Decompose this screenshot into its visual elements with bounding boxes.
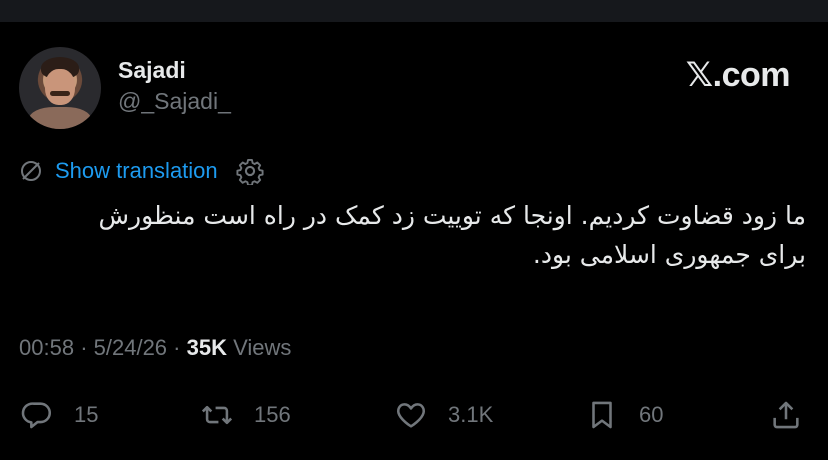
tweet-time[interactable]: 00:58	[19, 335, 74, 360]
like-button[interactable]: 3.1K	[394, 395, 493, 435]
share-button[interactable]	[769, 395, 803, 435]
avatar[interactable]	[19, 47, 101, 129]
author-handle[interactable]: @_Sajadi_	[118, 88, 231, 115]
reply-button[interactable]: 15	[20, 395, 98, 435]
heart-icon	[397, 403, 425, 428]
author-name[interactable]: Sajadi	[118, 57, 186, 84]
bookmark-count: 60	[639, 402, 664, 427]
repost-count: 156	[254, 402, 291, 427]
repost-button[interactable]: 156	[200, 395, 291, 435]
x-logo: 𝕏.com	[685, 56, 791, 94]
translation-row: Show translation	[19, 156, 264, 186]
reply-icon	[21, 402, 52, 429]
bookmark-icon	[592, 401, 612, 429]
share-icon	[773, 401, 799, 429]
action-bar: 15 156 3.1K 60	[0, 395, 828, 435]
translate-disabled-icon	[21, 161, 41, 181]
tweet-date[interactable]: 5/24/26	[94, 335, 167, 360]
reply-count: 15	[74, 402, 99, 427]
tweet-text: ما زود قضاوت کردیم. اونجا که توییت زد کم…	[98, 201, 806, 269]
show-translation-link[interactable]: Show translation	[55, 158, 218, 184]
views-label: Views	[233, 335, 292, 360]
repost-icon	[201, 405, 233, 425]
gear-icon[interactable]	[236, 157, 264, 185]
bookmark-button[interactable]: 60	[585, 395, 663, 435]
top-bar	[0, 0, 828, 22]
like-count: 3.1K	[448, 402, 494, 427]
tweet-meta: 00:58 · 5/24/26 · 35K Views	[19, 335, 292, 360]
views-count: 35K	[186, 335, 227, 360]
